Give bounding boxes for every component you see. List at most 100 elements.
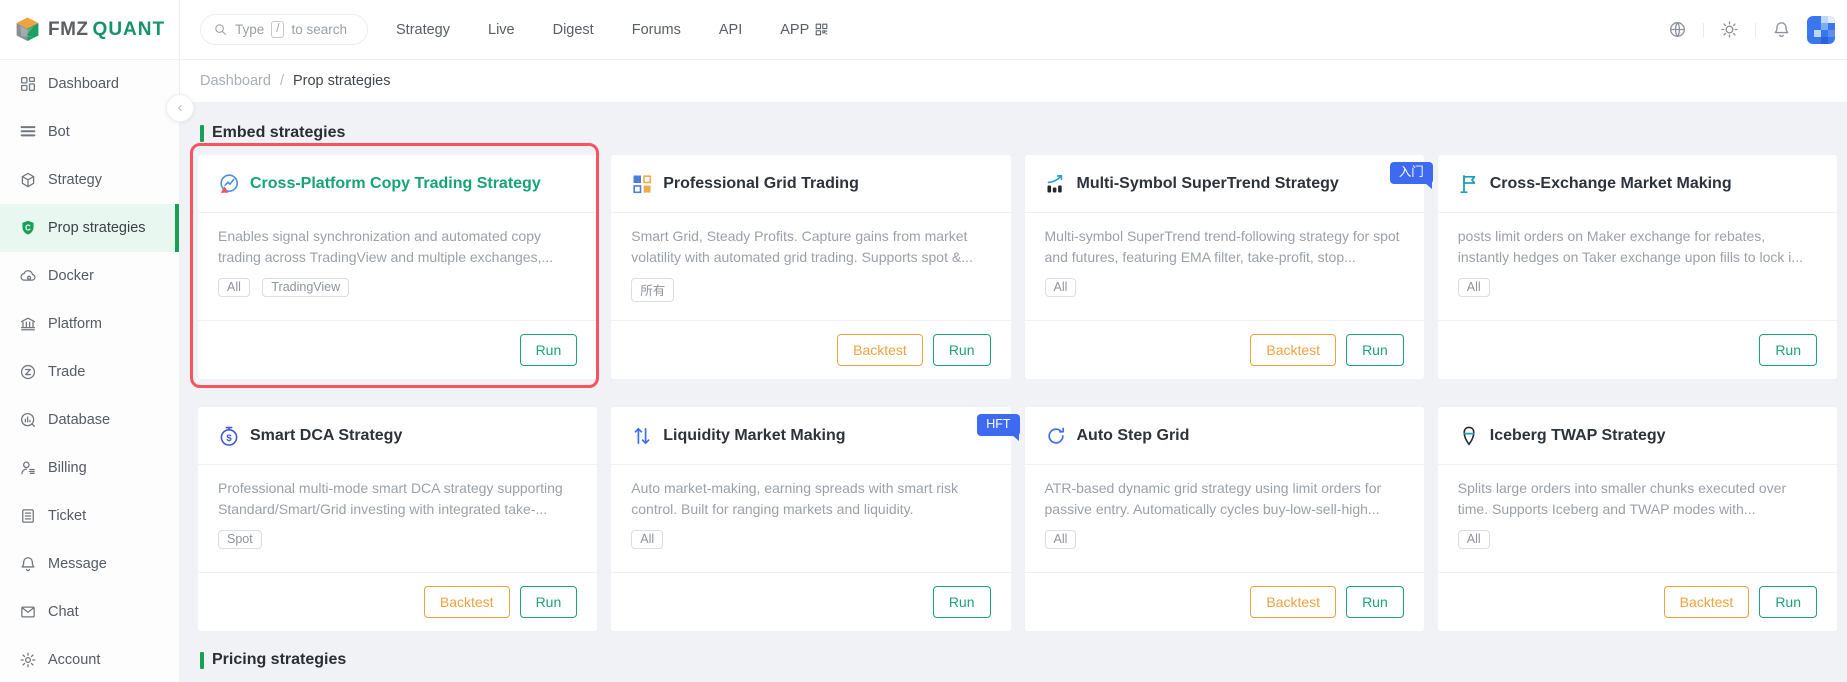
strategy-card-liquidity-market-making[interactable]: HFT Liquidity Market Making Auto market-… [611,407,1020,631]
strategy-card-cross-exchange-market-making[interactable]: Cross-Exchange Market Making posts limit… [1437,155,1837,379]
sidebar-label: Message [48,556,107,572]
run-button[interactable]: Run [1759,586,1817,618]
card-description: Professional multi-mode smart DCA strate… [218,480,563,517]
sidebar-label: Ticket [48,508,87,524]
card-tags: All [1044,278,1404,297]
copy-trading-chart-icon [218,173,240,195]
strategy-card-iceberg-twap[interactable]: Iceberg TWAP Strategy Splits large order… [1437,407,1837,631]
search-icon [215,24,227,36]
header-right [1668,15,1835,44]
sidebar-item-bot[interactable]: Bot [0,108,179,156]
strategy-card-smart-dca[interactable]: $ Smart DCA Strategy Professional multi-… [198,407,598,631]
nav-live[interactable]: Live [488,22,515,38]
sidebar-item-prop-strategies[interactable]: C Prop strategies [0,204,179,252]
backtest-button[interactable]: Backtest [1250,586,1337,618]
card-tags: All [1457,278,1817,297]
card-footer: Backtest Run [1437,572,1837,631]
sidebar-item-platform[interactable]: Platform [0,300,179,348]
card-description: posts limit orders on Maker exchange for… [1457,228,1804,265]
qr-code-icon [815,23,828,36]
card-tags: Spot [218,530,577,549]
nav-forums[interactable]: Forums [632,22,681,38]
notification-bell-icon[interactable] [1772,20,1791,39]
breadcrumb: Dashboard / Prop strategies [180,60,1847,102]
content: Embed strategies Cross-Platform Copy Tra… [180,102,1847,682]
card-body: Multi-symbol SuperTrend trend-following … [1025,213,1424,297]
strategy-card-multi-symbol-supertrend[interactable]: 入门 Multi-Symbol SuperTrend Strategy Mult… [1024,155,1433,379]
language-globe-icon[interactable] [1668,20,1687,39]
sidebar-item-dashboard[interactable]: Dashboard [0,60,179,108]
sidebar-item-ticket[interactable]: Ticket [0,492,179,540]
svg-text:C: C [25,224,31,233]
card-tags: 所有 [631,278,990,302]
sidebar-item-trade[interactable]: Trade [0,348,179,396]
backtest-button[interactable]: Backtest [837,334,923,366]
sidebar-item-strategy[interactable]: Strategy [0,156,179,204]
run-button[interactable]: Run [1759,334,1817,366]
card-body: Professional multi-mode smart DCA strate… [198,465,597,549]
main-area: Dashboard / Prop strategies Embed strate… [180,60,1847,682]
run-button[interactable]: Run [519,334,578,366]
search-placeholder-prefix: Type [235,22,265,37]
platform-bank-icon [19,315,37,333]
pricing-section-header: Pricing strategies [200,651,1837,669]
section-title: Embed strategies [212,124,346,141]
sidebar-label: Billing [48,460,87,476]
strategy-card-cross-platform-copy-trading[interactable]: Cross-Platform Copy Trading Strategy Ena… [189,143,600,388]
sidebar-label: Docker [48,268,94,284]
backtest-button[interactable]: Backtest [423,586,510,618]
tag: All [1457,530,1490,549]
run-button[interactable]: Run [1346,334,1404,366]
tag: All [1044,278,1077,297]
card-header: $ Smart DCA Strategy [198,407,598,465]
sidebar: Dashboard Bot Strategy C Prop strategies… [0,60,180,682]
sidebar-label: Chat [48,604,79,620]
card-tags: All [631,530,990,549]
card-header: Cross-Platform Copy Trading Strategy [198,155,598,213]
card-description: Multi-symbol SuperTrend trend-following … [1044,228,1400,265]
theme-sun-icon[interactable] [1720,20,1739,39]
search-input[interactable]: Type / to search [200,14,368,45]
sidebar-item-database[interactable]: Database [0,396,179,444]
card-header: Professional Grid Trading [611,155,1011,213]
run-button[interactable]: Run [1346,586,1404,618]
supertrend-bars-icon [1045,173,1067,195]
sidebar-item-billing[interactable]: Billing [0,444,179,492]
trade-icon [19,363,37,381]
database-icon [19,411,37,429]
sidebar-item-chat[interactable]: Chat [0,588,179,636]
strategy-card-auto-step-grid[interactable]: Auto Step Grid ATR-based dynamic grid st… [1024,407,1424,631]
breadcrumb-current: Prop strategies [292,73,391,89]
sidebar-item-docker[interactable]: Docker [0,252,179,300]
card-title: Cross-Exchange Market Making [1489,174,1732,192]
sidebar-collapse-button[interactable]: ‹ [166,94,194,122]
nav-digest[interactable]: Digest [553,22,594,38]
breadcrumb-separator: / [279,73,284,89]
card-title: Liquidity Market Making [663,426,846,444]
dca-stopwatch-icon: $ [218,425,240,447]
run-button[interactable]: Run [932,334,991,366]
sidebar-item-account[interactable]: Account [0,636,179,682]
nav-strategy[interactable]: Strategy [396,22,450,38]
header-main: Type / to search Strategy Live Digest Fo… [180,0,1847,59]
nav-api[interactable]: API [719,22,742,38]
sidebar-item-message[interactable]: Message [0,540,179,588]
strategy-card-professional-grid-trading[interactable]: Professional Grid Trading Smart Grid, St… [611,155,1011,379]
header-divider [1703,22,1704,37]
strategy-grid: Cross-Platform Copy Trading Strategy Ena… [189,143,1837,631]
strategy-cube-icon [19,171,37,189]
nav-app-label: APP [780,21,810,38]
backtest-button[interactable]: Backtest [1250,334,1337,366]
backtest-button[interactable]: Backtest [1663,586,1750,618]
user-avatar[interactable] [1807,15,1835,44]
run-button[interactable]: Run [932,586,991,618]
run-button[interactable]: Run [519,586,578,618]
breadcrumb-dashboard[interactable]: Dashboard [200,73,271,89]
hft-badge: HFT [977,414,1020,440]
section-title: Pricing strategies [212,651,347,668]
brand-logo[interactable]: FMZ QUANT [0,0,180,59]
card-title: Iceberg TWAP Strategy [1489,426,1666,444]
chat-envelope-icon [19,603,37,621]
tag: All [218,278,250,297]
nav-app[interactable]: APP [780,22,829,38]
